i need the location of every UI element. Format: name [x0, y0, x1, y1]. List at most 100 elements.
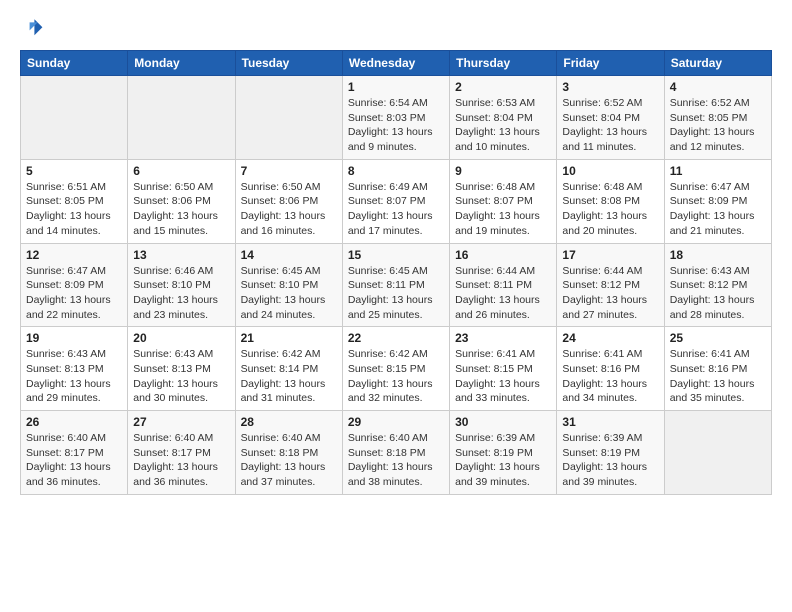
day-info: Sunrise: 6:52 AMSunset: 8:04 PMDaylight:… — [562, 96, 658, 155]
weekday-header-monday: Monday — [128, 51, 235, 76]
day-cell: 6Sunrise: 6:50 AMSunset: 8:06 PMDaylight… — [128, 159, 235, 243]
day-number: 29 — [348, 415, 444, 429]
day-cell — [128, 76, 235, 160]
day-info: Sunrise: 6:42 AMSunset: 8:15 PMDaylight:… — [348, 347, 444, 406]
logo-icon — [20, 16, 44, 40]
day-cell: 9 Sunrise: 6:48 AMSunset: 8:07 PMDaylight… — [450, 159, 557, 243]
day-cell: 1 Sunrise: 6:54 AMSunset: 8:03 PMDaylight… — [342, 76, 449, 160]
week-row-1: 1 Sunrise: 6:54 AMSunset: 8:03 PMDaylight… — [21, 76, 772, 160]
day-number: 31 — [562, 415, 658, 429]
weekday-header-thursday: Thursday — [450, 51, 557, 76]
day-number: 15 — [348, 248, 444, 262]
day-cell: 11 Sunrise: 6:47 AMSunset: 8:09 PMDayligh… — [664, 159, 771, 243]
day-number: 12 — [26, 248, 122, 262]
day-number: 19 — [26, 331, 122, 345]
day-info: Sunrise: 6:44 AMSunset: 8:11 PMDaylight:… — [455, 264, 551, 323]
day-cell: 7 Sunrise: 6:50 AMSunset: 8:06 PMDaylight… — [235, 159, 342, 243]
day-cell: 25Sunrise: 6:41 AMSunset: 8:16 PMDayligh… — [664, 327, 771, 411]
day-number: 28 — [241, 415, 337, 429]
day-cell: 14Sunrise: 6:45 AMSunset: 8:10 PMDayligh… — [235, 243, 342, 327]
day-number: 10 — [562, 164, 658, 178]
logo — [20, 16, 48, 40]
day-number: 1 — [348, 80, 444, 94]
day-cell: 15 Sunrise: 6:45 AMSunset: 8:11 PMDayligh… — [342, 243, 449, 327]
day-info: Sunrise: 6:48 AMSunset: 8:07 PMDaylight:… — [455, 180, 551, 239]
weekday-header-saturday: Saturday — [664, 51, 771, 76]
weekday-header-wednesday: Wednesday — [342, 51, 449, 76]
day-info: Sunrise: 6:47 AMSunset: 8:09 PMDaylight:… — [26, 264, 122, 323]
week-row-4: 19 Sunrise: 6:43 AMSunset: 8:13 PMDayligh… — [21, 327, 772, 411]
day-number: 8 — [348, 164, 444, 178]
day-info: Sunrise: 6:40 AMSunset: 8:17 PMDaylight:… — [26, 431, 122, 490]
day-info: Sunrise: 6:42 AMSunset: 8:14 PMDaylight:… — [241, 347, 337, 406]
day-cell: 5Sunrise: 6:51 AMSunset: 8:05 PMDaylight… — [21, 159, 128, 243]
day-cell: 3 Sunrise: 6:52 AMSunset: 8:04 PMDaylight… — [557, 76, 664, 160]
week-row-3: 12 Sunrise: 6:47 AMSunset: 8:09 PMDayligh… — [21, 243, 772, 327]
day-cell: 24 Sunrise: 6:41 AMSunset: 8:16 PMDayligh… — [557, 327, 664, 411]
header — [20, 16, 772, 40]
day-cell: 16 Sunrise: 6:44 AMSunset: 8:11 PMDayligh… — [450, 243, 557, 327]
day-number: 26 — [26, 415, 122, 429]
day-number: 20 — [133, 331, 229, 345]
weekday-header-tuesday: Tuesday — [235, 51, 342, 76]
day-number: 13 — [133, 248, 229, 262]
day-number: 24 — [562, 331, 658, 345]
day-info: Sunrise: 6:41 AMSunset: 8:15 PMDaylight:… — [455, 347, 551, 406]
day-cell: 8Sunrise: 6:49 AMSunset: 8:07 PMDaylight… — [342, 159, 449, 243]
day-info: Sunrise: 6:48 AMSunset: 8:08 PMDaylight:… — [562, 180, 658, 239]
day-number: 16 — [455, 248, 551, 262]
week-row-2: 5Sunrise: 6:51 AMSunset: 8:05 PMDaylight… — [21, 159, 772, 243]
day-number: 5 — [26, 164, 122, 178]
day-info: Sunrise: 6:52 AMSunset: 8:05 PMDaylight:… — [670, 96, 766, 155]
weekday-header-friday: Friday — [557, 51, 664, 76]
day-info: Sunrise: 6:39 AMSunset: 8:19 PMDaylight:… — [562, 431, 658, 490]
day-cell: 12 Sunrise: 6:47 AMSunset: 8:09 PMDayligh… — [21, 243, 128, 327]
day-info: Sunrise: 6:43 AMSunset: 8:13 PMDaylight:… — [133, 347, 229, 406]
day-number: 2 — [455, 80, 551, 94]
day-cell: 4 Sunrise: 6:52 AMSunset: 8:05 PMDaylight… — [664, 76, 771, 160]
day-info: Sunrise: 6:43 AMSunset: 8:13 PMDaylight:… — [26, 347, 122, 406]
day-info: Sunrise: 6:40 AMSunset: 8:18 PMDaylight:… — [241, 431, 337, 490]
day-cell: 31 Sunrise: 6:39 AMSunset: 8:19 PMDayligh… — [557, 411, 664, 495]
day-info: Sunrise: 6:50 AMSunset: 8:06 PMDaylight:… — [241, 180, 337, 239]
week-row-5: 26 Sunrise: 6:40 AMSunset: 8:17 PMDayligh… — [21, 411, 772, 495]
day-cell: 17 Sunrise: 6:44 AMSunset: 8:12 PMDayligh… — [557, 243, 664, 327]
day-cell: 23 Sunrise: 6:41 AMSunset: 8:15 PMDayligh… — [450, 327, 557, 411]
day-cell: 27Sunrise: 6:40 AMSunset: 8:17 PMDayligh… — [128, 411, 235, 495]
day-info: Sunrise: 6:46 AMSunset: 8:10 PMDaylight:… — [133, 264, 229, 323]
day-number: 17 — [562, 248, 658, 262]
day-cell: 22Sunrise: 6:42 AMSunset: 8:15 PMDayligh… — [342, 327, 449, 411]
day-info: Sunrise: 6:54 AMSunset: 8:03 PMDaylight:… — [348, 96, 444, 155]
day-cell — [664, 411, 771, 495]
day-number: 23 — [455, 331, 551, 345]
day-number: 27 — [133, 415, 229, 429]
page: SundayMondayTuesdayWednesdayThursdayFrid… — [0, 0, 792, 612]
day-cell — [21, 76, 128, 160]
day-info: Sunrise: 6:40 AMSunset: 8:18 PMDaylight:… — [348, 431, 444, 490]
day-info: Sunrise: 6:53 AMSunset: 8:04 PMDaylight:… — [455, 96, 551, 155]
day-number: 25 — [670, 331, 766, 345]
day-info: Sunrise: 6:45 AMSunset: 8:11 PMDaylight:… — [348, 264, 444, 323]
day-number: 4 — [670, 80, 766, 94]
day-info: Sunrise: 6:50 AMSunset: 8:06 PMDaylight:… — [133, 180, 229, 239]
day-cell: 18 Sunrise: 6:43 AMSunset: 8:12 PMDayligh… — [664, 243, 771, 327]
weekday-header-sunday: Sunday — [21, 51, 128, 76]
day-number: 18 — [670, 248, 766, 262]
day-cell: 28 Sunrise: 6:40 AMSunset: 8:18 PMDayligh… — [235, 411, 342, 495]
day-info: Sunrise: 6:39 AMSunset: 8:19 PMDaylight:… — [455, 431, 551, 490]
day-info: Sunrise: 6:44 AMSunset: 8:12 PMDaylight:… — [562, 264, 658, 323]
day-cell: 13 Sunrise: 6:46 AMSunset: 8:10 PMDayligh… — [128, 243, 235, 327]
day-number: 7 — [241, 164, 337, 178]
weekday-header-row: SundayMondayTuesdayWednesdayThursdayFrid… — [21, 51, 772, 76]
day-info: Sunrise: 6:47 AMSunset: 8:09 PMDaylight:… — [670, 180, 766, 239]
day-info: Sunrise: 6:41 AMSunset: 8:16 PMDaylight:… — [562, 347, 658, 406]
day-info: Sunrise: 6:43 AMSunset: 8:12 PMDaylight:… — [670, 264, 766, 323]
day-number: 14 — [241, 248, 337, 262]
day-number: 9 — [455, 164, 551, 178]
day-cell: 10 Sunrise: 6:48 AMSunset: 8:08 PMDayligh… — [557, 159, 664, 243]
day-cell: 20 Sunrise: 6:43 AMSunset: 8:13 PMDayligh… — [128, 327, 235, 411]
day-number: 3 — [562, 80, 658, 94]
day-cell: 26 Sunrise: 6:40 AMSunset: 8:17 PMDayligh… — [21, 411, 128, 495]
day-number: 21 — [241, 331, 337, 345]
day-number: 11 — [670, 164, 766, 178]
